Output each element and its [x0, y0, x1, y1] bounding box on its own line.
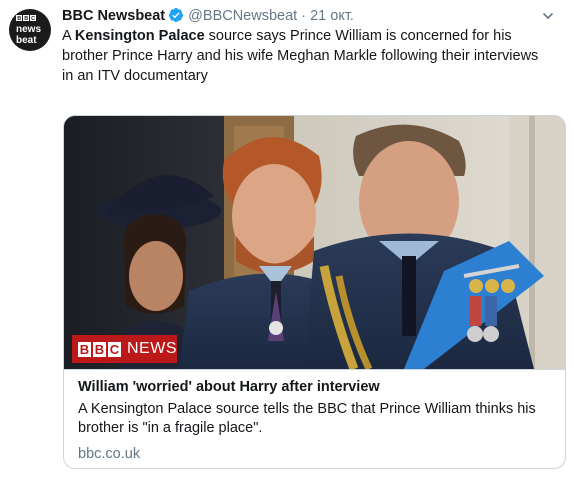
svg-text:C: C — [31, 16, 35, 22]
link-card[interactable]: B B C NEWS William 'worried' about Harry… — [63, 115, 566, 469]
svg-text:B: B — [17, 16, 21, 22]
svg-text:beat: beat — [16, 35, 37, 45]
tweet-text-bold: Kensington Palace — [74, 28, 205, 44]
bbc-box-2: B — [93, 341, 106, 357]
card-description: A Kensington Palace source tells the BBC… — [78, 401, 536, 436]
svg-text:B: B — [24, 16, 28, 22]
card-title[interactable]: William 'worried' about Harry after inte… — [78, 378, 551, 397]
bbc-news-badge: B B C NEWS — [72, 335, 177, 363]
card-domain[interactable]: bbc.co.uk — [78, 445, 551, 464]
card-body[interactable]: William 'worried' about Harry after inte… — [64, 369, 565, 468]
card-photo: B B C NEWS — [64, 116, 565, 369]
avatar[interactable]: BBC news beat — [9, 9, 51, 51]
author-name[interactable]: BBC Newsbeat — [62, 8, 165, 24]
photo-illustration — [64, 116, 565, 369]
handle[interactable]: @BBCNewsbeat — [188, 8, 297, 24]
chevron-down-icon[interactable] — [542, 10, 554, 22]
tweet-text-prefix: A — [62, 28, 75, 44]
tweet-header: BBC Newsbeat @BBCNewsbeat · 21 окт. — [62, 6, 554, 26]
verified-badge-icon — [168, 7, 184, 23]
bbc-box-1: B — [78, 341, 91, 357]
svg-text:news: news — [16, 24, 41, 35]
timestamp[interactable]: 21 окт. — [310, 8, 354, 24]
separator: · — [301, 8, 307, 24]
bbc-news-label: NEWS — [127, 340, 177, 357]
bbc-newsbeat-logo: BBC news beat — [16, 15, 41, 45]
tweet-text: A Kensington Palace source says Prince W… — [62, 26, 552, 86]
bbc-box-3: C — [108, 341, 121, 357]
